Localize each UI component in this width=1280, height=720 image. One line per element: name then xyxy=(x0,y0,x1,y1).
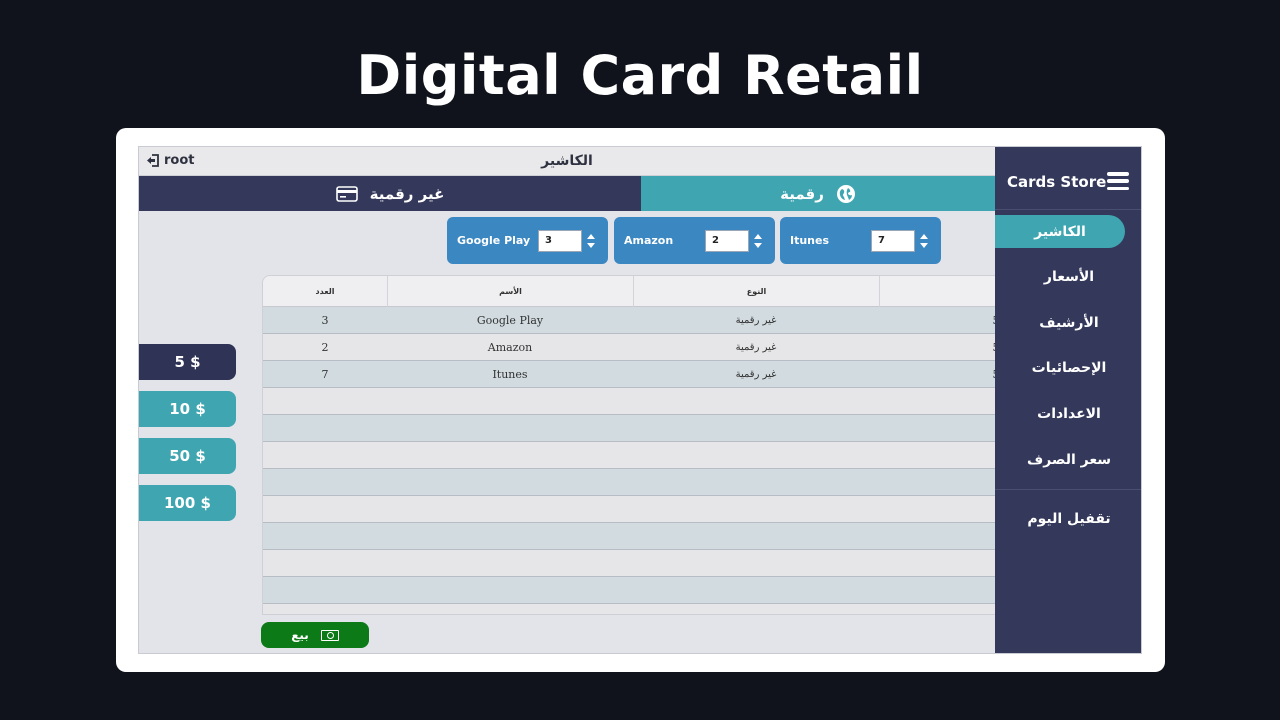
table-row[interactable]: 7 Itunes غير رقمية 5 xyxy=(263,361,1001,388)
table-row-empty xyxy=(263,523,1001,550)
tab-non-digital[interactable]: غير رقمية xyxy=(139,176,641,211)
brand-name: Cards Store xyxy=(1007,173,1107,191)
picker-amazon: Amazon 2 xyxy=(614,217,775,264)
table-row-empty xyxy=(263,469,1001,496)
sidebar-item-prices[interactable]: الأسعار xyxy=(995,260,1141,293)
quantity-input[interactable]: 7 xyxy=(871,229,915,252)
amount-button-10[interactable]: 10 $ xyxy=(139,391,236,427)
picker-label: Google Play xyxy=(457,234,531,247)
quantity-input[interactable]: 3 xyxy=(538,229,582,252)
table-row-empty xyxy=(263,577,1001,604)
table-row-empty xyxy=(263,496,1001,523)
picker-google-play: Google Play 3 xyxy=(447,217,608,264)
cell-name: Amazon xyxy=(487,340,533,354)
stepper-up-icon[interactable] xyxy=(920,233,928,239)
stepper-down-icon[interactable] xyxy=(920,242,928,248)
table-row-empty xyxy=(263,388,1001,415)
cell-count: 3 xyxy=(321,313,329,327)
cell-type: غير رقمية xyxy=(735,368,777,380)
header-name: الأسم xyxy=(387,276,633,307)
hamburger-menu-icon[interactable] xyxy=(1107,172,1129,190)
cell-count: 2 xyxy=(321,340,329,354)
sidebar: Cards Store الكاشير الأسعار الأرشيف الإح… xyxy=(995,147,1141,653)
table-row-empty xyxy=(263,442,1001,469)
app-window: root الكاشير غير رقمية رقمية Google Play… xyxy=(138,146,1142,654)
header-cut xyxy=(879,276,1001,307)
hero-title: Digital Card Retail xyxy=(356,44,924,107)
sidebar-divider xyxy=(995,209,1141,210)
quantity-stepper[interactable] xyxy=(584,233,598,248)
sidebar-item-exchange-rate[interactable]: سعر الصرف xyxy=(995,443,1141,476)
stepper-down-icon[interactable] xyxy=(587,242,595,248)
globe-icon xyxy=(836,184,855,203)
table-row[interactable]: 3 Google Play غير رقمية 5 xyxy=(263,307,1001,334)
credit-card-icon xyxy=(335,185,358,202)
table-row[interactable]: 2 Amazon غير رقمية 5 xyxy=(263,334,1001,361)
amount-button-5[interactable]: 5 $ xyxy=(139,344,236,380)
stepper-up-icon[interactable] xyxy=(587,233,595,239)
table-row-empty xyxy=(263,550,1001,577)
cell-count: 7 xyxy=(321,367,329,381)
quantity-input[interactable]: 2 xyxy=(705,229,749,252)
quantity-stepper[interactable] xyxy=(751,233,765,248)
cell-name: Itunes xyxy=(492,367,528,381)
tab-digital[interactable]: رقمية xyxy=(641,176,995,211)
header-count: العدد xyxy=(315,287,335,296)
cell-type: غير رقمية xyxy=(735,314,777,326)
header-type: النوع xyxy=(633,276,879,307)
sidebar-item-archive[interactable]: الأرشيف xyxy=(995,306,1141,339)
page-title: الكاشير xyxy=(541,153,593,169)
picker-label: Itunes xyxy=(790,234,830,247)
tab-digital-label: رقمية xyxy=(780,184,824,203)
sidebar-item-settings[interactable]: الاعدادات xyxy=(995,397,1141,430)
tab-non-digital-label: غير رقمية xyxy=(369,184,445,203)
sidebar-item-statistics[interactable]: الإحصائيات xyxy=(995,351,1141,384)
stepper-up-icon[interactable] xyxy=(754,233,762,239)
amount-button-50[interactable]: 50 $ xyxy=(139,438,236,474)
stepper-down-icon[interactable] xyxy=(754,242,762,248)
cash-icon xyxy=(320,629,339,641)
top-bar: root الكاشير xyxy=(139,147,995,176)
cell-type: غير رقمية xyxy=(735,341,777,353)
quantity-stepper[interactable] xyxy=(917,233,931,248)
picker-label: Amazon xyxy=(624,234,674,247)
sidebar-divider xyxy=(995,489,1141,490)
cell-name: Google Play xyxy=(476,313,544,327)
sell-button-label: بيع xyxy=(291,628,309,642)
sidebar-item-cashier[interactable]: الكاشير xyxy=(995,215,1125,248)
cart-table: العدد الأسم النوع 3 Google Play غير رقمي… xyxy=(262,275,1002,615)
amount-button-100[interactable]: 100 $ xyxy=(139,485,236,521)
sell-button[interactable]: بيع xyxy=(261,622,369,648)
table-header: العدد الأسم النوع xyxy=(263,276,1001,307)
close-day-button[interactable]: تقفيل اليوم xyxy=(995,502,1141,535)
table-row-empty xyxy=(263,415,1001,442)
picker-itunes: Itunes 7 xyxy=(780,217,941,264)
